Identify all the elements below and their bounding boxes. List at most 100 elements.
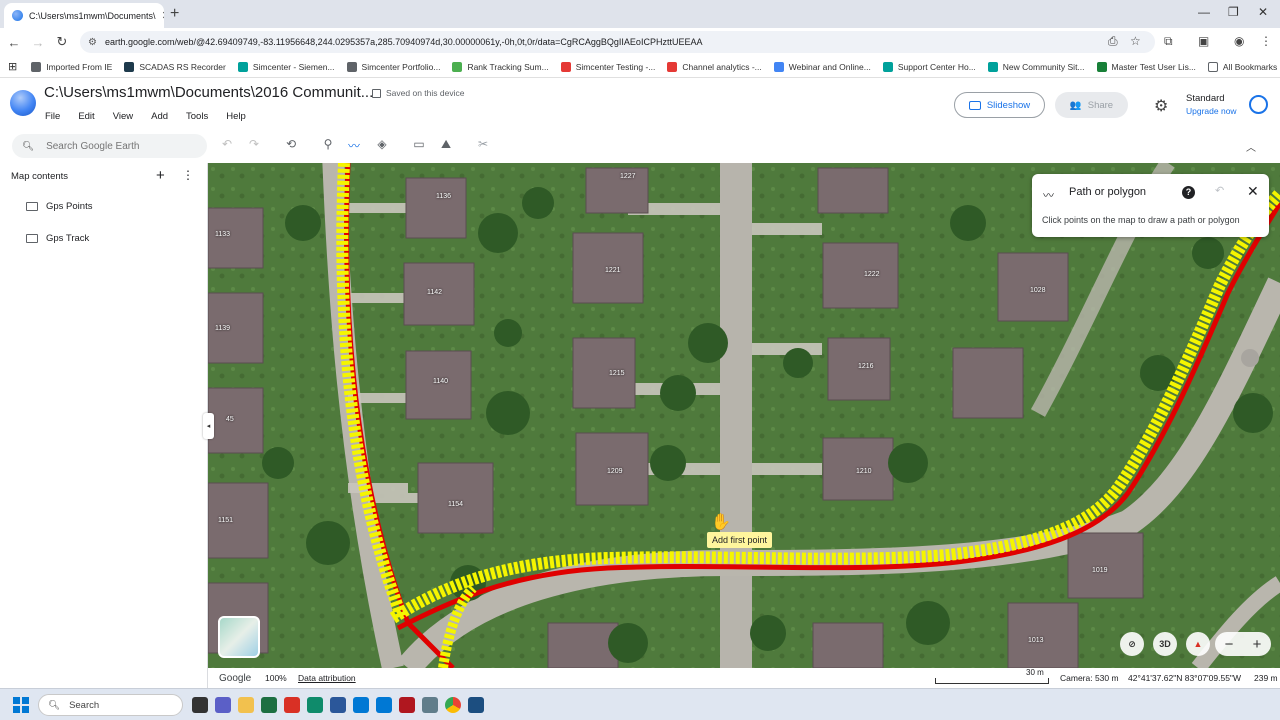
layers-icon[interactable]: ◈ xyxy=(373,137,391,151)
path-panel-title: Path or polygon xyxy=(1069,186,1147,198)
house-number-label: 1140 xyxy=(433,378,449,385)
folder-icon xyxy=(1207,61,1218,72)
taskbar-file-explorer-icon[interactable] xyxy=(238,697,254,713)
side-panel-icon[interactable]: ▣ xyxy=(1198,34,1209,48)
windows-start-icon[interactable] xyxy=(13,697,29,713)
satellite-map-view[interactable]: 1136 1227 1133 1221 1142 1222 1028 1139 1215 1216… xyxy=(208,163,1280,668)
tab-close-icon[interactable]: ✕ xyxy=(162,9,164,22)
restore-icon[interactable]: ❐ xyxy=(1228,5,1239,19)
taskbar-acrobat-icon[interactable] xyxy=(284,697,300,713)
bookmark-item[interactable]: Channel analytics -... xyxy=(661,61,767,72)
bookmark-item[interactable]: Simcenter Testing -... xyxy=(555,61,662,72)
bookmark-item[interactable]: Rank Tracking Sum... xyxy=(446,61,554,72)
tab-favicon-icon xyxy=(12,10,23,21)
all-bookmarks[interactable]: All Bookmarks xyxy=(1202,61,1280,72)
house-number-label: 1215 xyxy=(609,370,625,377)
url-field[interactable]: ⚙ earth.google.com/web/@42.69409749,-83.… xyxy=(80,31,1155,53)
forward-icon[interactable]: → xyxy=(26,35,50,50)
bookmark-star-icon[interactable]: ☆ xyxy=(1130,34,1141,48)
taskbar-excel-icon[interactable] xyxy=(261,697,277,713)
google-earth-logo-icon[interactable] xyxy=(10,90,36,116)
taskbar-edge-icon[interactable] xyxy=(307,697,323,713)
earth-toolbar: 🔍︎ ↶ ↷ ⟲ ⚲ 〰 ◈ ▭ ⛰ ✂ ︿ xyxy=(0,132,1280,273)
window-close-icon[interactable]: ✕ xyxy=(1258,5,1268,19)
account-avatar-icon[interactable] xyxy=(1249,95,1268,114)
taskbar-settings-icon[interactable] xyxy=(422,697,438,713)
measure-icon[interactable]: ▭ xyxy=(410,137,428,151)
close-panel-icon[interactable]: ✕ xyxy=(1247,183,1259,200)
taskbar-teams-icon[interactable] xyxy=(215,697,231,713)
bookmark-item[interactable]: Simcenter - Siemen... xyxy=(232,61,341,72)
map-style-thumbnail[interactable] xyxy=(218,616,260,658)
screenshot-icon[interactable]: ⛰ xyxy=(437,137,455,152)
slideshow-button[interactable]: Slideshow xyxy=(954,92,1045,118)
more-options-icon[interactable]: ⋮ xyxy=(182,168,194,182)
menu-view[interactable]: View xyxy=(113,111,133,122)
zoom-out-icon[interactable]: − xyxy=(1225,636,1234,653)
redo-icon[interactable]: ↷ xyxy=(245,137,263,151)
house-number-label: 1142 xyxy=(427,289,443,296)
install-app-icon[interactable]: ⎙ xyxy=(1108,34,1118,49)
collapse-toolbar-icon[interactable]: ︿ xyxy=(1246,139,1256,154)
collapse-panel-handle[interactable]: ◂ xyxy=(203,413,214,439)
taskbar-outlook-2-icon[interactable] xyxy=(376,697,392,713)
profile-icon[interactable]: ◉ xyxy=(1234,34,1244,48)
bookmark-item[interactable]: Simcenter Portfolio... xyxy=(341,61,447,72)
reload-icon[interactable]: ↻ xyxy=(50,34,74,50)
view-mode-3d-button[interactable]: 3D xyxy=(1153,632,1177,656)
zoom-in-icon[interactable]: + xyxy=(1253,636,1262,653)
search-input[interactable] xyxy=(46,140,187,152)
undo-point-icon[interactable]: ↶ xyxy=(1215,184,1224,197)
map-contents-title: Map contents xyxy=(11,171,69,182)
menu-help[interactable]: Help xyxy=(226,111,246,122)
extensions-icon[interactable]: ⧉ xyxy=(1164,34,1173,49)
menu-tools[interactable]: Tools xyxy=(186,111,208,122)
tools-disabled-icon[interactable]: ✂ xyxy=(474,137,492,151)
compass-icon[interactable]: ▲ xyxy=(1186,632,1210,656)
project-title[interactable]: C:\Users\ms1mwm\Documents\2016 Communit.… xyxy=(44,84,373,101)
taskbar-search[interactable]: 🔍︎ Search xyxy=(38,694,183,716)
taskbar-chrome-icon[interactable] xyxy=(445,697,461,713)
taskbar-outlook-icon[interactable] xyxy=(353,697,369,713)
apps-grid-icon[interactable]: ⊞ xyxy=(0,60,25,73)
site-info-icon[interactable]: ⚙ xyxy=(88,37,97,48)
data-attribution-link[interactable]: Data attribution xyxy=(298,673,356,683)
bookmark-item[interactable]: New Community Sit... xyxy=(982,61,1091,72)
menu-edit[interactable]: Edit xyxy=(78,111,94,122)
chrome-menu-icon[interactable]: ⋮ xyxy=(1260,34,1272,48)
compass-reset-icon[interactable]: ⊘ xyxy=(1120,632,1144,656)
undo-icon[interactable]: ↶ xyxy=(218,137,236,151)
share-button[interactable]: 👥 Share xyxy=(1055,92,1128,118)
browser-tab[interactable]: C:\Users\ms1mwm\Documents\ ✕ xyxy=(4,3,164,28)
bookmark-item[interactable]: Support Center Ho... xyxy=(877,61,982,72)
folder-icon xyxy=(26,202,38,211)
bookmark-label: Webinar and Online... xyxy=(788,61,871,72)
menu-add[interactable]: Add xyxy=(151,111,168,122)
bookmark-item[interactable]: SCADAS RS Recorder xyxy=(118,61,231,72)
search-box: 🔍︎ xyxy=(12,134,207,158)
draw-path-icon[interactable]: 〰 xyxy=(345,137,363,154)
settings-gear-icon[interactable]: ⚙ xyxy=(1154,96,1168,116)
bookmark-favicon-icon xyxy=(346,61,357,72)
help-icon[interactable]: ? xyxy=(1182,186,1195,199)
add-placemark-icon[interactable]: ⚲ xyxy=(319,137,337,151)
taskbar-notepad-icon[interactable] xyxy=(330,697,346,713)
new-tab-icon[interactable]: + xyxy=(170,5,179,23)
historical-imagery-icon[interactable]: ⟲ xyxy=(282,137,300,151)
map-contents-panel: Map contents + ⋮ Gps Points Gps Track xyxy=(0,163,208,688)
taskbar-filezilla-icon[interactable] xyxy=(399,697,415,713)
minimize-icon[interactable]: — xyxy=(1198,5,1210,19)
taskbar-teamlink-icon[interactable] xyxy=(468,697,484,713)
bookmark-favicon-icon xyxy=(882,61,893,72)
house-number-label: 1221 xyxy=(605,267,621,274)
menu-file[interactable]: File xyxy=(45,111,60,122)
bookmark-item[interactable]: Master Test User Lis... xyxy=(1091,61,1202,72)
folder-item-gps-track[interactable]: Gps Track xyxy=(26,233,89,244)
add-content-icon[interactable]: + xyxy=(156,167,165,184)
folder-item-gps-points[interactable]: Gps Points xyxy=(26,201,92,212)
upgrade-link[interactable]: Upgrade now xyxy=(1186,105,1237,117)
bookmark-item[interactable]: Imported From IE xyxy=(25,61,118,72)
taskbar-explorer-icon[interactable] xyxy=(192,697,208,713)
bookmark-item[interactable]: Webinar and Online... xyxy=(768,61,877,72)
back-icon[interactable]: ← xyxy=(2,35,26,50)
